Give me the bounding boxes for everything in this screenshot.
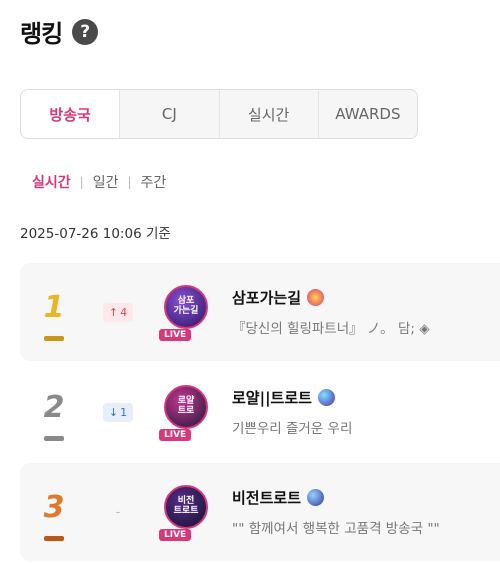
separator: |: [127, 175, 132, 189]
rank-indicator: 1: [20, 293, 88, 341]
channel-logo[interactable]: 비전 트로트 LIVE: [156, 481, 218, 543]
logo-text: 삼포 가는길: [173, 296, 199, 316]
rank-change-badge: -: [115, 504, 121, 520]
tab-broadcaster[interactable]: 방송국: [21, 90, 120, 138]
channel-name-text: 비전트로트: [232, 489, 302, 507]
rank-change-badge: ↑ 4: [102, 302, 134, 322]
period-filter: 실시간 | 일간 | 주간: [32, 172, 166, 192]
rank-number: 3: [43, 490, 65, 525]
arrow-down-icon: ↓: [108, 405, 119, 419]
channel-name[interactable]: 비전트로트: [232, 487, 440, 508]
channel-logo-image: 삼포 가는길: [164, 285, 208, 329]
rank-number: 1: [43, 290, 65, 325]
rank-number: 2: [43, 390, 65, 425]
tab-cj[interactable]: CJ: [119, 90, 219, 138]
logo-text: 비전 트로트: [173, 496, 199, 516]
rank-change-badge: ↓ 1: [102, 402, 134, 422]
rank-base: [44, 436, 64, 441]
channel-name[interactable]: 로얄||트로트: [232, 387, 352, 408]
rank-indicator: 2: [20, 393, 88, 441]
channel-description: 『당신의 힐링파트너』 ノ。 담; ◈: [232, 321, 430, 337]
globe-icon: [307, 489, 325, 506]
rank-change-value: 1: [120, 405, 128, 419]
tab-awards[interactable]: AWARDS: [317, 90, 417, 138]
channel-name-text: 로얄||트로트: [232, 389, 312, 407]
logo-text: 로얄 트로: [177, 396, 195, 416]
planet-icon: [317, 389, 335, 406]
live-badge: LIVE: [159, 429, 192, 441]
rank-indicator: 3: [20, 493, 88, 541]
live-badge: LIVE: [159, 529, 192, 541]
ranking-row[interactable]: 2 ↓ 1 로얄 트로 LIVE 로얄||트로트 기쁜우리 즐거운 우리: [20, 363, 500, 461]
live-badge: LIVE: [159, 329, 192, 341]
period-weekly[interactable]: 주간: [141, 172, 167, 192]
period-realtime[interactable]: 실시간: [32, 172, 71, 192]
rank-base: [44, 336, 64, 341]
channel-logo[interactable]: 로얄 트로 LIVE: [156, 381, 218, 443]
crown-icon: [307, 289, 325, 306]
channel-logo-image: 로얄 트로: [164, 385, 208, 429]
channel-name[interactable]: 삼포가는길: [232, 287, 430, 308]
page-title: 랭킹: [20, 20, 63, 48]
channel-logo-image: 비전 트로트: [164, 485, 208, 529]
separator: |: [79, 175, 84, 189]
category-tabs: 방송국 CJ 실시간 AWARDS: [20, 89, 418, 139]
page-header: 랭킹 ?: [20, 14, 99, 49]
help-icon[interactable]: ?: [72, 18, 99, 45]
channel-description: "" 함께여서 행복한 고품격 방송국 "": [232, 521, 440, 537]
arrow-up-icon: ↑: [108, 305, 119, 319]
timestamp: 2025-07-26 10:06 기준: [20, 226, 171, 242]
rank-change-value: 4: [120, 305, 128, 319]
channel-logo[interactable]: 삼포 가는길 LIVE: [156, 281, 218, 343]
tab-realtime[interactable]: 실시간: [218, 90, 318, 138]
channel-name-text: 삼포가는길: [232, 289, 302, 307]
rank-base: [44, 536, 64, 541]
channel-description: 기쁜우리 즐거운 우리: [232, 421, 353, 437]
period-daily[interactable]: 일간: [93, 172, 119, 192]
ranking-row[interactable]: 3 - 비전 트로트 LIVE 비전트로트 "" 함께여서 행복한 고품격 방송…: [20, 463, 500, 561]
ranking-row[interactable]: 1 ↑ 4 삼포 가는길 LIVE 삼포가는길 『당신의 힐링파트너』 ノ。 담…: [20, 263, 500, 361]
